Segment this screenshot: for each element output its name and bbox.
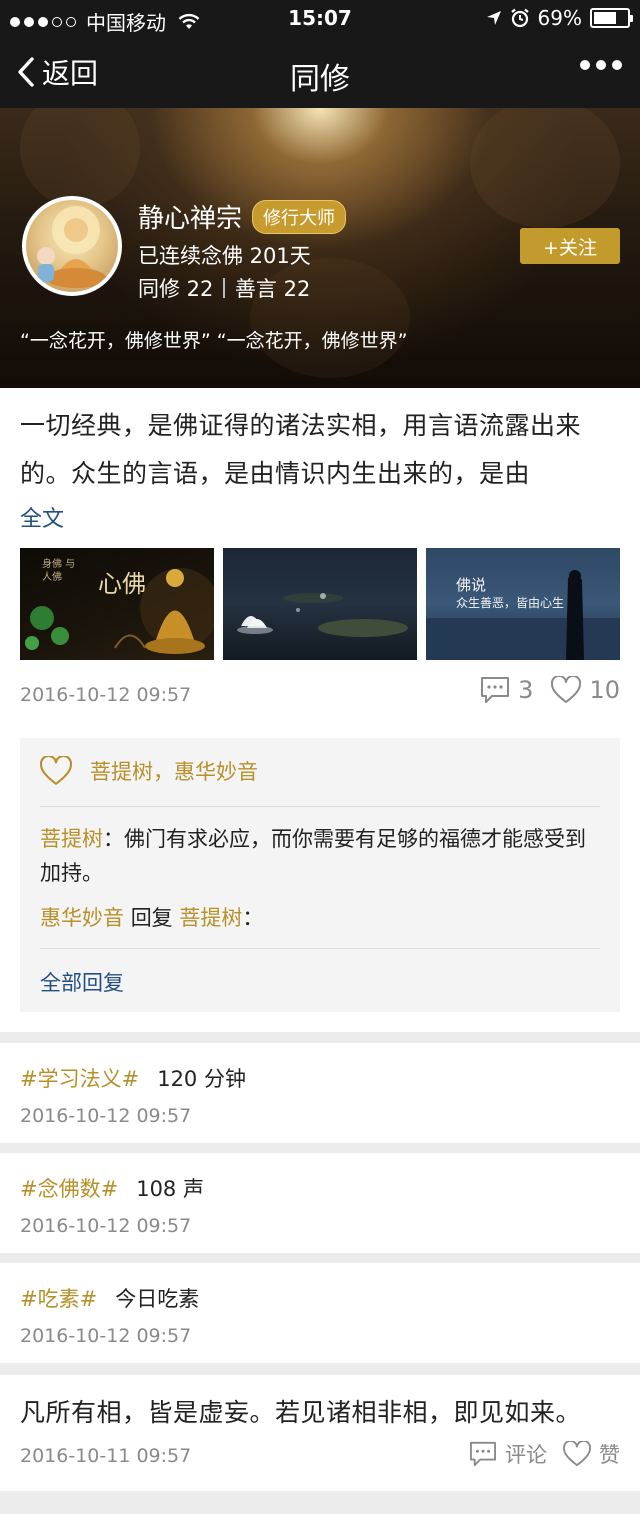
- post-image-1[interactable]: 心佛 身佛 与 人佛: [20, 548, 214, 660]
- banner-decoration: [20, 108, 140, 208]
- banner-decoration: [470, 108, 620, 228]
- alarm-icon: [510, 8, 529, 28]
- post-image-2[interactable]: [223, 548, 417, 660]
- all-replies-link[interactable]: 全部回复: [40, 967, 124, 997]
- comment-label: 评论: [505, 1443, 547, 1467]
- location-arrow-icon: [486, 11, 501, 25]
- read-full-link[interactable]: 全文: [20, 501, 64, 533]
- avatar[interactable]: [22, 196, 122, 296]
- post-card: 凡所有相，皆是虚妄。若见诸相非相，即见如来。 2016-10-11 09:57 …: [0, 1375, 640, 1491]
- reply-label: 回复: [130, 906, 173, 930]
- comment-icon: [469, 1441, 496, 1467]
- post-timestamp: 2016-10-12 09:57: [20, 684, 192, 706]
- profile-level-badge: 修行大师: [252, 199, 347, 234]
- comment-section: 菩提树，惠华妙音 菩提树：佛门有求必应，而你需要有足够的福德才能感受到加持。 惠…: [20, 738, 620, 1012]
- profile-streak: 已连续念佛 201天: [138, 244, 311, 268]
- record-timestamp: 2016-10-12 09:57: [20, 1215, 192, 1237]
- comment-text: ：: [242, 906, 264, 930]
- follow-button[interactable]: +关注: [520, 228, 620, 264]
- comment-item[interactable]: 惠华妙音 回复 菩提树：: [40, 902, 263, 932]
- record-timestamp: 2016-10-12 09:57: [20, 1105, 192, 1127]
- record-tag[interactable]: #念佛数#: [20, 1173, 118, 1203]
- back-label: 返回: [42, 57, 99, 90]
- profile-name: 静心禅宗: [138, 204, 243, 234]
- more-dot-icon: [596, 60, 606, 70]
- stat-good-words[interactable]: 善言 22: [235, 273, 310, 303]
- likers-row: 菩提树，惠华妙音: [40, 756, 258, 786]
- like-button[interactable]: 赞: [563, 1439, 620, 1469]
- comment-count: 3: [518, 676, 534, 704]
- heart-icon: [551, 676, 582, 703]
- record-value: 108 声: [136, 1177, 204, 1201]
- more-dot-icon: [612, 60, 622, 70]
- comment-author[interactable]: 菩提树: [40, 827, 103, 851]
- record-card[interactable]: #念佛数# 108 声 2016-10-12 09:57: [0, 1153, 640, 1253]
- more-menu-button[interactable]: [580, 60, 622, 70]
- divider: [40, 948, 600, 949]
- post-text: 凡所有相，皆是虚妄。若见诸相非相，即见如来。: [20, 1398, 582, 1427]
- post-text: 一切经典，是佛证得的诸法实相，用言语流露出来的。众生的言语，是由情识内生出来的，…: [20, 411, 582, 488]
- likers-names[interactable]: 菩提树，惠华妙音: [90, 756, 258, 786]
- more-dot-icon: [580, 60, 590, 70]
- status-bar: 中国移动 15:07 69%: [0, 0, 640, 36]
- image-caption: 佛说: [456, 576, 487, 594]
- record-value: 今日吃素: [115, 1287, 200, 1311]
- battery-icon: [590, 8, 633, 28]
- heart-icon: [40, 756, 72, 785]
- record-tag[interactable]: #学习法义#: [20, 1063, 139, 1093]
- post-timestamp: 2016-10-11 09:57: [20, 1445, 192, 1467]
- battery-percent: 69%: [537, 6, 582, 30]
- back-button[interactable]: 返回: [16, 52, 98, 92]
- profile-quote: “一念花开，佛修世界” “一念花开，佛修世界”: [20, 330, 408, 352]
- like-label: 赞: [599, 1443, 620, 1467]
- record-tag[interactable]: #吃素#: [20, 1283, 97, 1313]
- like-button[interactable]: 10: [551, 676, 620, 704]
- heart-icon: [563, 1441, 591, 1467]
- image-caption-small: 众生善恶，皆由心生: [456, 596, 565, 610]
- chevron-left-icon: [18, 57, 34, 87]
- post-image-3[interactable]: 佛说 众生善恶，皆由心生: [426, 548, 620, 660]
- stat-divider: [223, 278, 225, 298]
- record-card[interactable]: #吃素# 今日吃素 2016-10-12 09:57: [0, 1263, 640, 1363]
- reply-to-user[interactable]: 菩提树: [179, 906, 242, 930]
- post-actions: 3 10: [480, 676, 620, 704]
- record-value: 120 分钟: [157, 1067, 246, 1091]
- nav-bar: 返回 同修: [0, 36, 640, 108]
- record-timestamp: 2016-10-12 09:57: [20, 1325, 192, 1347]
- divider: [40, 806, 600, 807]
- image-caption: 心佛: [98, 570, 146, 598]
- buddha-avatar-icon: [37, 206, 106, 288]
- image-caption-small: 身佛 与 人佛: [42, 559, 76, 583]
- post-card: 一切经典，是佛证得的诸法实相，用言语流露出来的。众生的言语，是由情识内生出来的，…: [0, 388, 640, 1032]
- comment-icon: [481, 677, 510, 703]
- comment-item[interactable]: 菩提树：佛门有求必应，而你需要有足够的福德才能感受到加持。: [40, 822, 605, 890]
- post-actions: 评论 赞: [469, 1439, 620, 1469]
- comment-author[interactable]: 惠华妙音: [40, 906, 124, 930]
- battery-fill: [594, 12, 616, 24]
- stat-fellow[interactable]: 同修 22: [138, 273, 213, 303]
- profile-banner: 静心禅宗 修行大师 已连续念佛 201天 同修 22 善言 22 +关注 “一念…: [0, 108, 640, 388]
- record-card[interactable]: #学习法义# 120 分钟 2016-10-12 09:57: [0, 1043, 640, 1143]
- comment-text: ：佛门有求必应，而你需要有足够的福德才能感受到加持。: [40, 827, 586, 885]
- comment-button[interactable]: 评论: [469, 1439, 547, 1469]
- profile-stats: 同修 22 善言 22: [138, 273, 310, 303]
- comment-button[interactable]: 3: [480, 676, 533, 704]
- like-count: 10: [589, 676, 620, 704]
- lotus-pond-image: [237, 593, 408, 637]
